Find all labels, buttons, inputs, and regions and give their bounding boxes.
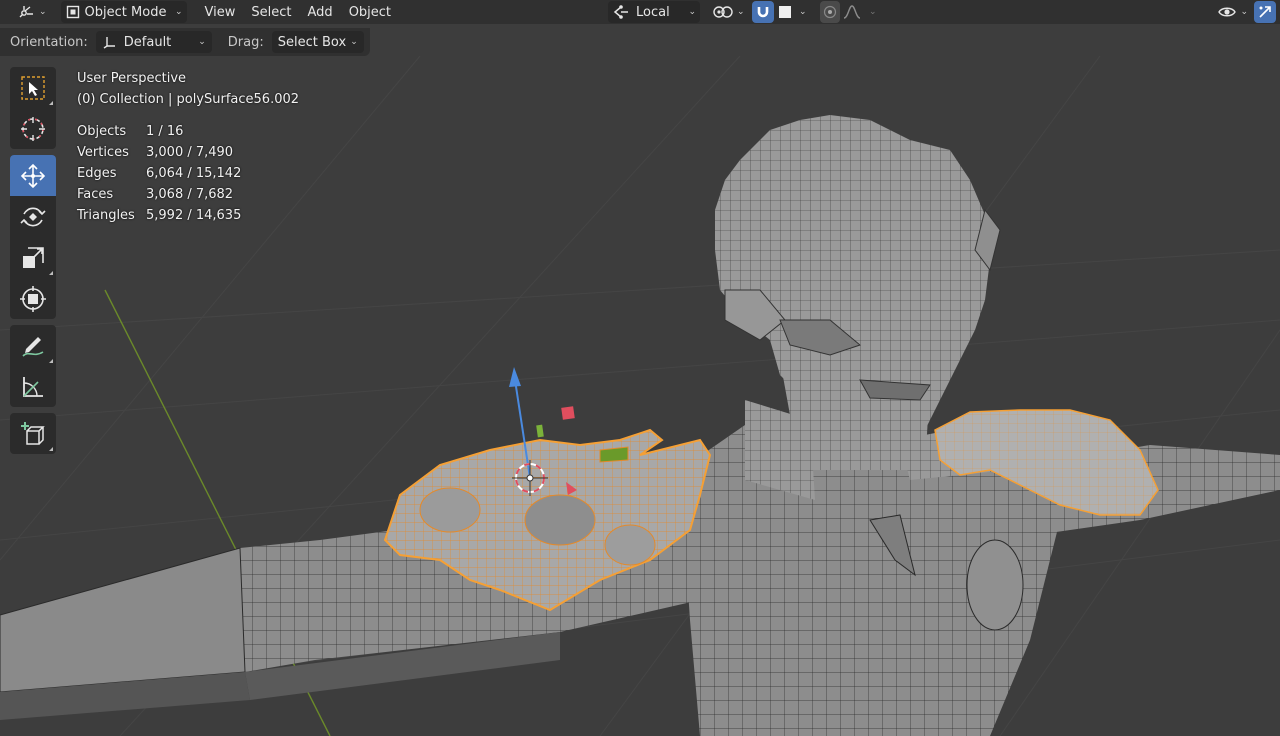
header-right: ⌄ <box>1213 1 1280 23</box>
move-icon <box>20 163 46 188</box>
transform-icon <box>20 285 46 312</box>
stat-value: 3,000 / 7,490 <box>146 145 234 160</box>
menu-object[interactable]: Object <box>341 1 399 23</box>
stat-row-vertices: Vertices 3,000 / 7,490 <box>77 142 241 163</box>
stat-row-faces: Faces 3,068 / 7,682 <box>77 184 241 205</box>
chevron-down-icon: ⌄ <box>350 37 358 47</box>
tool-cursor[interactable] <box>10 108 56 149</box>
visibility-dropdown[interactable]: ⌄ <box>1213 1 1252 23</box>
stat-value: 5,992 / 14,635 <box>146 208 242 223</box>
chevron-down-icon: ⌄ <box>175 7 183 17</box>
stat-value: 1 / 16 <box>146 124 184 139</box>
object-mode-icon <box>66 5 79 19</box>
chevron-down-icon: ⌄ <box>737 7 745 17</box>
head <box>715 115 1001 450</box>
chevron-down-icon[interactable]: ⌄ <box>869 7 877 17</box>
eye-icon <box>1218 7 1237 17</box>
annotate-icon <box>22 336 44 357</box>
stat-key: Edges <box>77 166 117 181</box>
orientation-icon <box>103 37 115 49</box>
chevron-down-icon: ⌄ <box>1240 7 1248 17</box>
pivot-label: Local <box>636 4 670 20</box>
scale-icon <box>23 246 44 268</box>
select-box-icon <box>21 75 45 100</box>
tool-rotate[interactable] <box>10 196 56 237</box>
tool-shelf <box>10 67 56 460</box>
gizmo-icon <box>1259 6 1271 18</box>
falloff-curve-icon[interactable] <box>842 4 864 20</box>
chevron-down-icon: ⌄ <box>198 37 206 47</box>
stat-key: Triangles <box>77 208 135 223</box>
drag-dropdown[interactable]: Select Box ⌄ <box>271 31 364 53</box>
tool-add-cube[interactable] <box>10 413 56 454</box>
pivot-point-icon <box>713 6 733 18</box>
magnet-icon <box>757 7 769 18</box>
viewport-header: ⌄ Object Mode ⌄ View Select Add Object L… <box>0 0 1280 24</box>
tool-settings-header: Orientation: Default ⌄ Drag: Select Box … <box>0 28 370 56</box>
editor-type-icon <box>19 6 33 18</box>
snap-group: ⌄ <box>752 1 807 23</box>
tool-scale[interactable] <box>10 237 56 278</box>
proportional-group: ⌄ <box>820 1 877 23</box>
tool-annotate[interactable] <box>10 325 56 366</box>
3d-viewport[interactable]: User Perspective (0) Collection | polySu… <box>0 56 1280 736</box>
drag-label: Drag: <box>227 34 264 50</box>
stat-key: Objects <box>77 124 127 139</box>
mode-dropdown[interactable]: Object Mode ⌄ <box>60 1 187 23</box>
scene-statistics: Objects 1 / 16 Vertices 3,000 / 7,490 Ed… <box>77 121 241 226</box>
viewport-info: User Perspective (0) Collection | polySu… <box>77 68 299 110</box>
orientation-value: Default <box>123 34 172 50</box>
chevron-down-icon: ⌄ <box>39 7 47 17</box>
tool-group-add <box>10 413 56 454</box>
orientation-label: Orientation: <box>10 34 88 50</box>
tool-measure[interactable] <box>10 366 56 407</box>
editor-type-button[interactable]: ⌄ <box>14 1 51 23</box>
chevron-down-icon[interactable]: ⌄ <box>799 7 807 17</box>
tool-transform[interactable] <box>10 278 56 319</box>
view-name: User Perspective <box>77 71 187 86</box>
proportional-edit-icon <box>823 5 837 19</box>
snap-target-icon[interactable] <box>777 4 793 20</box>
tool-select-box[interactable] <box>10 67 56 108</box>
stat-row-edges: Edges 6,064 / 15,142 <box>77 163 241 184</box>
rotate-icon <box>20 207 46 226</box>
orientation-dropdown[interactable]: Default ⌄ <box>95 31 212 53</box>
tool-group-transform <box>10 155 56 319</box>
pivot-dropdown[interactable]: Local ⌄ <box>608 1 700 23</box>
stat-value: 6,064 / 15,142 <box>146 166 242 181</box>
proportional-edit-toggle[interactable] <box>820 1 840 23</box>
add-cube-icon <box>21 421 45 445</box>
collection-info: (0) Collection | polySurface56.002 <box>77 92 300 107</box>
gizmo-toggle[interactable] <box>1254 1 1276 23</box>
stat-key: Faces <box>77 187 114 202</box>
drag-value: Select Box <box>277 34 347 50</box>
measure-icon <box>23 376 43 397</box>
menu-view[interactable]: View <box>197 1 244 23</box>
cursor-icon <box>21 116 45 141</box>
stat-row-triangles: Triangles 5,992 / 14,635 <box>77 205 241 226</box>
stat-value: 3,068 / 7,682 <box>146 187 234 202</box>
stat-key: Vertices <box>77 145 129 160</box>
tool-move[interactable] <box>10 155 56 196</box>
menu-add[interactable]: Add <box>300 1 341 23</box>
menu-bar: View Select Add Object <box>197 1 399 23</box>
transform-pivot-icon <box>613 5 628 19</box>
tool-group-annotate <box>10 325 56 407</box>
snap-toggle[interactable] <box>752 1 774 23</box>
pivot-point-button[interactable]: ⌄ <box>708 1 749 23</box>
tool-group-select <box>10 67 56 149</box>
mode-label: Object Mode <box>84 4 167 20</box>
menu-select[interactable]: Select <box>243 1 299 23</box>
chevron-down-icon: ⌄ <box>688 7 696 17</box>
stat-row-objects: Objects 1 / 16 <box>77 121 241 142</box>
